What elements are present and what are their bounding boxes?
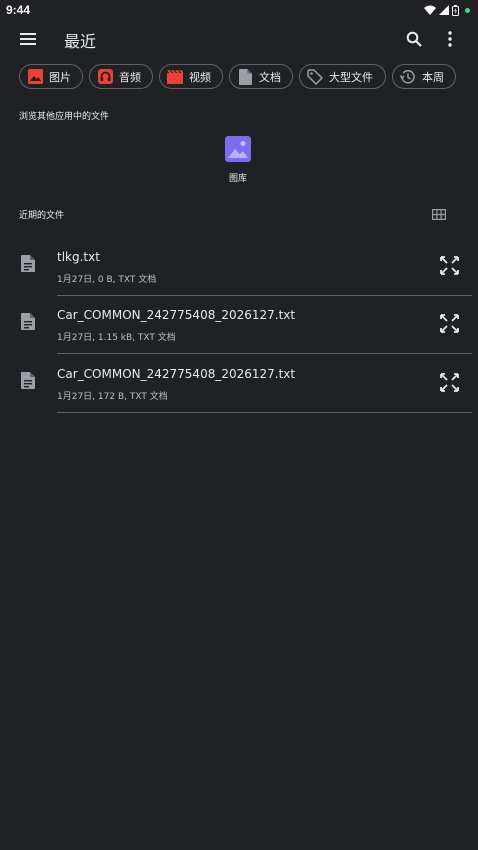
preview-button[interactable]: [438, 254, 460, 276]
signal-icon: [439, 5, 449, 15]
recent-section-label: 近期的文件: [19, 211, 65, 221]
notification-dot: [465, 7, 470, 13]
app-bar: 最近: [0, 20, 478, 58]
fullscreen-icon: [439, 372, 459, 392]
text-file-icon: [21, 313, 35, 330]
preview-button[interactable]: [438, 312, 460, 334]
chip-label: 视频: [189, 70, 211, 84]
file-meta: 1月27日, 0 B, TXT 文档: [57, 275, 157, 285]
chip-label: 本周: [422, 70, 444, 84]
search-icon: [406, 31, 422, 47]
menu-icon: [20, 33, 36, 45]
divider: [57, 353, 472, 354]
file-row[interactable]: tlkg.txt 1月27日, 0 B, TXT 文档: [0, 238, 478, 296]
file-name: Car_COMMON_242775408_2026127.txt: [57, 367, 296, 381]
status-icons: [424, 4, 470, 16]
status-time: 9:44: [6, 3, 31, 17]
grid-view-icon: [432, 208, 446, 220]
search-button[interactable]: [400, 27, 428, 51]
grid-view-button[interactable]: [430, 205, 448, 223]
chip-this-week[interactable]: 本周: [392, 64, 456, 89]
wifi-icon: [424, 5, 436, 15]
chip-videos[interactable]: 视频: [159, 64, 223, 89]
file-meta: 1月27日, 1.15 kB, TXT 文档: [57, 333, 176, 343]
page-title: 最近: [64, 32, 97, 51]
image-icon: [27, 69, 43, 85]
file-name: tlkg.txt: [57, 250, 100, 264]
text-file-icon: [21, 372, 35, 389]
tag-icon: [307, 68, 323, 85]
root-gallery[interactable]: 图库: [218, 136, 258, 184]
fullscreen-icon: [439, 255, 459, 275]
chip-label: 文档: [259, 70, 281, 84]
file-meta: 1月27日, 172 B, TXT 文档: [57, 392, 168, 402]
chip-images[interactable]: 图片: [19, 64, 83, 89]
chip-large-files[interactable]: 大型文件: [299, 64, 386, 89]
text-file-icon: [21, 255, 35, 272]
divider: [57, 412, 472, 413]
menu-button[interactable]: [14, 27, 42, 51]
preview-button[interactable]: [438, 371, 460, 393]
status-bar: 9:44: [0, 0, 478, 20]
fullscreen-icon: [439, 313, 459, 333]
battery-icon: [452, 4, 459, 16]
document-icon: [237, 68, 253, 85]
chip-audio[interactable]: 音频: [89, 64, 153, 89]
history-icon: [400, 69, 416, 85]
browse-section-label: 浏览其他应用中的文件: [19, 112, 110, 122]
chip-documents[interactable]: 文档: [229, 64, 293, 89]
more-options-button[interactable]: [438, 27, 462, 51]
headphones-icon: [97, 69, 113, 85]
movie-icon: [167, 69, 183, 85]
more-vert-icon: [448, 31, 452, 47]
root-label: 图库: [228, 174, 247, 184]
file-name: Car_COMMON_242775408_2026127.txt: [57, 308, 296, 322]
chip-label: 图片: [49, 70, 71, 84]
file-row[interactable]: Car_COMMON_242775408_2026127.txt 1月27日, …: [0, 355, 478, 413]
gallery-icon: [225, 136, 251, 162]
filter-chips: 图片 音频 视频 文档 大型文件 本周: [0, 64, 478, 90]
chip-label: 音频: [119, 70, 141, 84]
chip-label: 大型文件: [329, 70, 373, 84]
file-row[interactable]: Car_COMMON_242775408_2026127.txt 1月27日, …: [0, 296, 478, 354]
